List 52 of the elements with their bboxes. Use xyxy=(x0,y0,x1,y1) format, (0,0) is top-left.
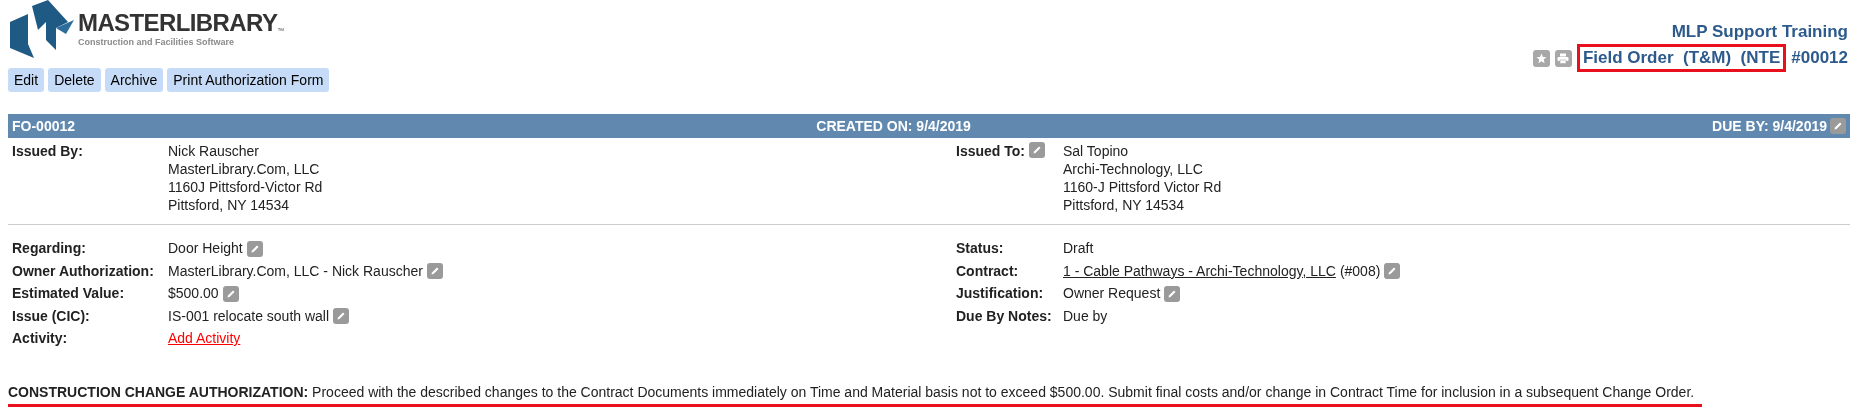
logo-tagline: Construction and Facilities Software xyxy=(78,36,236,48)
field-value: Owner Request xyxy=(1063,284,1161,303)
edit-icon[interactable] xyxy=(333,308,350,324)
field-label: Activity: xyxy=(12,329,69,348)
field-label: Owner Authorization: xyxy=(12,261,155,281)
project-title: MLP Support Training xyxy=(1671,22,1848,42)
address-line: MasterLibrary.Com, LLC xyxy=(168,160,321,178)
created-date: CREATED ON: 9/4/2019 xyxy=(816,116,971,136)
action-button[interactable]: Print Authorization Form xyxy=(167,68,330,92)
address-line: Sal Topino xyxy=(1063,142,1130,160)
add-activity-link[interactable]: Add Activity xyxy=(168,328,241,349)
logo-icon xyxy=(8,0,74,58)
field-value: Due by xyxy=(1063,306,1108,326)
field-label: Due By Notes: xyxy=(956,306,1053,326)
edit-icon[interactable] xyxy=(1830,118,1846,134)
address-line: Archi-Technology, LLC xyxy=(1063,160,1204,178)
field-label: Estimated Value: xyxy=(12,284,126,303)
contract-number: (#008) xyxy=(1339,261,1381,281)
edit-icon[interactable] xyxy=(1384,263,1401,279)
action-button[interactable]: Edit xyxy=(8,68,45,92)
field-value: MasterLibrary.Com, LLC - Nick Rauscher xyxy=(168,261,423,281)
document-number: #00012 xyxy=(1791,47,1848,69)
field-value: Door Height xyxy=(168,239,243,258)
field-label: Contract: xyxy=(956,261,1020,281)
edit-icon[interactable] xyxy=(222,285,239,302)
field-value: $500.00 xyxy=(168,284,219,303)
edit-icon[interactable] xyxy=(246,240,263,257)
field-value: Draft xyxy=(1063,239,1094,258)
record-id: FO-00012 xyxy=(12,116,76,136)
field-label: Issue (CIC): xyxy=(12,306,91,326)
contract-link[interactable]: 1 - Cable Pathways - Archi-Technology, LLC xyxy=(1063,260,1336,282)
field-value: IS-001 relocate south wall xyxy=(168,306,330,326)
field-label: Issued By: xyxy=(12,142,83,160)
logo-wordmark: MASTERLIBRARY xyxy=(78,10,278,36)
document-title: Field Order (T&M) (NTE xyxy=(1576,44,1787,72)
edit-icon[interactable] xyxy=(426,263,443,279)
edit-icon[interactable] xyxy=(1164,285,1181,302)
action-button[interactable]: Delete xyxy=(48,68,101,92)
field-label: Status: xyxy=(956,239,1005,258)
field-label: Issued To: xyxy=(956,142,1025,160)
field-label: Justification: xyxy=(956,284,1045,303)
field-label: Regarding: xyxy=(12,239,87,258)
address-line: Nick Rauscher xyxy=(168,142,261,160)
authorization-text: CONSTRUCTION CHANGE AUTHORIZATION: Proceed with the described changes to the Contract Documents immediately on Time and Material basis not to exceed $500.00. Submit final costs and/or change in Contract Time for inclusion in a subsequent Change Order. xyxy=(8,382,1703,407)
address-line: Pittsford, NY 14534 xyxy=(1063,196,1186,214)
due-date: DUE BY: 9/4/2019 xyxy=(1712,116,1827,136)
print-icon[interactable] xyxy=(1554,49,1572,67)
action-button[interactable]: Archive xyxy=(104,68,164,92)
address-line: Pittsford, NY 14534 xyxy=(168,196,291,214)
address-line: 1160J Pittsford-Victor Rd xyxy=(168,178,323,196)
address-line: 1160-J Pittsford Victor Rd xyxy=(1063,178,1222,196)
edit-icon[interactable] xyxy=(1028,142,1045,158)
